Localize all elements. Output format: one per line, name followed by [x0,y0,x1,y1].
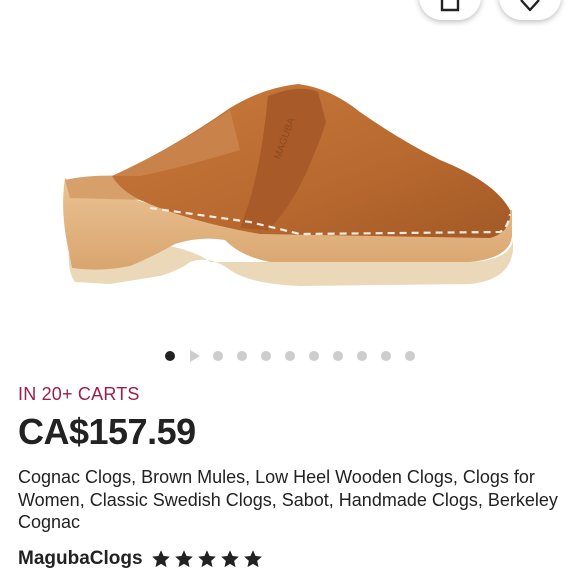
carousel-dot[interactable] [381,351,391,361]
carousel-dot[interactable] [405,351,415,361]
star-icon [220,550,239,568]
video-play-icon[interactable] [189,350,201,362]
seller-rating-row: MagubaClogs [18,546,263,572]
seller-link[interactable]: MagubaClogs [18,548,143,570]
star-icon [243,550,262,568]
carousel-dot[interactable] [213,351,223,361]
carousel-dot[interactable] [165,351,175,361]
star-icon [174,550,193,568]
product-image[interactable]: MAGUBA [0,0,580,340]
carousel-dot[interactable] [309,351,319,361]
image-carousel-indicator [0,348,580,364]
carousel-dot[interactable] [285,351,295,361]
product-title: Cognac Clogs, Brown Mules, Low Heel Wood… [18,467,558,532]
star-icon [151,550,170,568]
carousel-dot[interactable] [357,351,367,361]
carousel-dot[interactable] [333,351,343,361]
product-price: CA$157.59 [18,411,196,452]
carousel-dot[interactable] [237,351,247,361]
carousel-dot[interactable] [261,351,271,361]
rating-stars[interactable] [151,549,263,569]
in-carts-badge: IN 20+ CARTS [18,384,140,404]
star-icon [197,550,216,568]
